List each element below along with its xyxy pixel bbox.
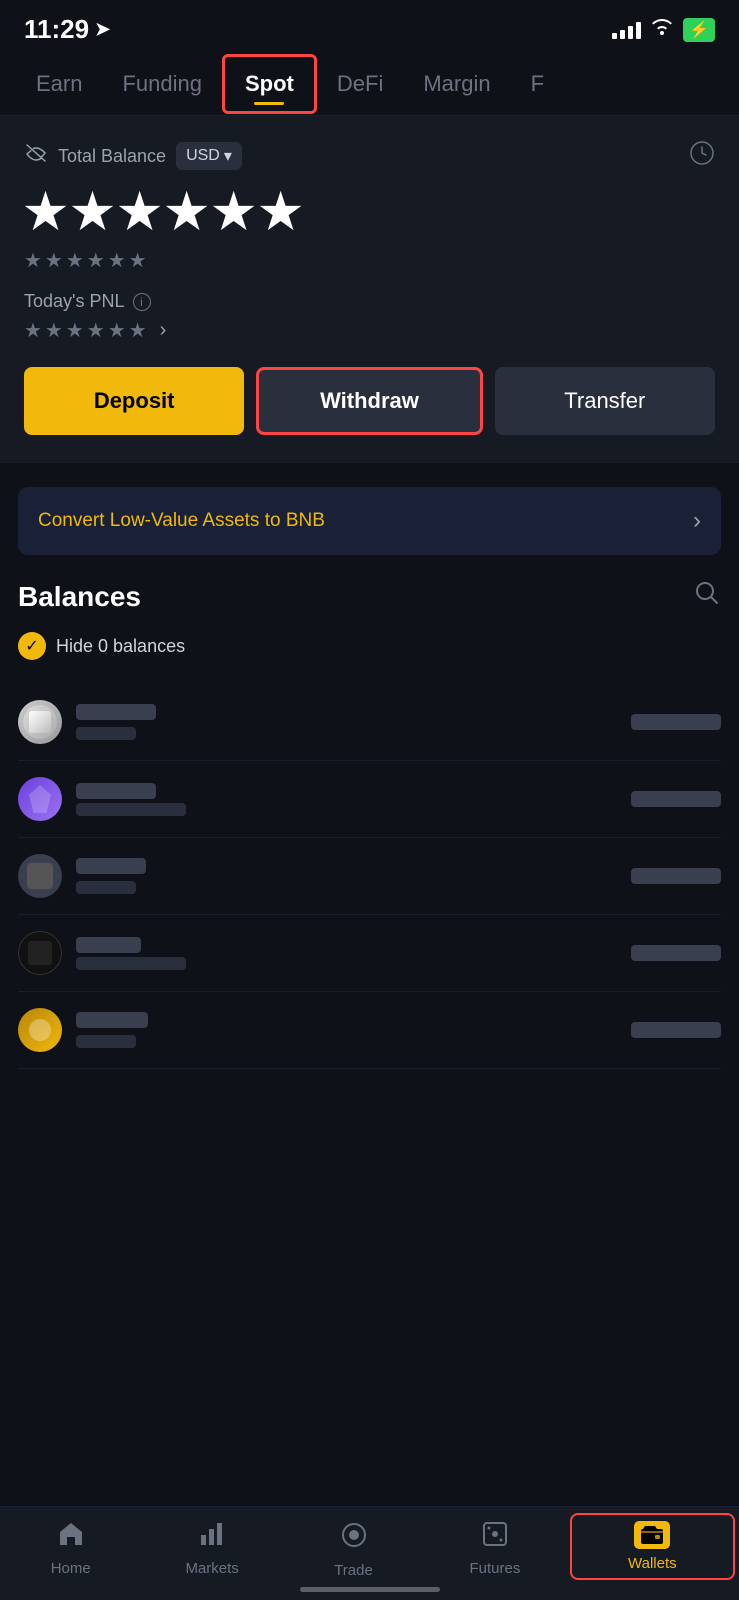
action-buttons: Deposit Withdraw Transfer (24, 367, 715, 435)
balance-list (18, 684, 721, 1069)
coin-name-blurred (76, 704, 156, 720)
balance-label: Total Balance USD ▾ (24, 142, 242, 170)
hide-zero-checkbox[interactable]: ✓ (18, 632, 46, 660)
coin-sub-blurred (76, 957, 186, 970)
tab-margin[interactable]: Margin (403, 53, 510, 115)
coin-balance-blurred (631, 791, 721, 807)
futures-icon (482, 1521, 508, 1554)
tab-defi[interactable]: DeFi (317, 53, 403, 115)
pnl-info-icon[interactable]: i (133, 293, 151, 311)
coin-name-blurred (76, 1012, 148, 1028)
nav-wallets[interactable]: Wallets (570, 1513, 735, 1580)
coin-icon (18, 1008, 62, 1052)
location-icon: ➤ (95, 19, 110, 40)
status-time: 11:29 ➤ (24, 14, 110, 45)
coin-balance-blurred (631, 868, 721, 884)
pnl-label-row: Today's PNL i (24, 291, 715, 312)
balance-section: Total Balance USD ▾ ★★★★★★ ★★★★★★ Today'… (0, 116, 739, 463)
currency-selector[interactable]: USD ▾ (176, 142, 242, 170)
coin-balance-blurred (631, 1022, 721, 1038)
list-item[interactable] (18, 761, 721, 838)
battery-icon: ⚡ (683, 18, 715, 42)
status-icons: ⚡ (612, 18, 715, 42)
bottom-navigation: Home Markets Trade (0, 1506, 739, 1600)
withdraw-button[interactable]: Withdraw (256, 367, 482, 435)
convert-banner[interactable]: Convert Low-Value Assets to BNB › (18, 487, 721, 555)
tab-earn[interactable]: Earn (16, 53, 102, 115)
home-icon (57, 1521, 85, 1554)
balance-header: Total Balance USD ▾ (24, 140, 715, 172)
nav-wallets-label: Wallets (628, 1555, 677, 1572)
hide-zero-row[interactable]: ✓ Hide 0 balances (18, 632, 721, 660)
nav-home[interactable]: Home (0, 1521, 141, 1580)
tab-funding[interactable]: Funding (102, 53, 222, 115)
coin-name-blurred (76, 858, 146, 874)
hide-zero-label: Hide 0 balances (56, 636, 185, 657)
tab-f[interactable]: F (511, 53, 564, 115)
coin-icon (18, 854, 62, 898)
coin-balance-blurred (631, 945, 721, 961)
deposit-button[interactable]: Deposit (24, 367, 244, 435)
list-item[interactable] (18, 684, 721, 761)
balances-section: Balances ✓ Hide 0 balances (0, 579, 739, 1069)
nav-trade-label: Trade (334, 1562, 373, 1579)
history-icon[interactable] (689, 140, 715, 172)
coin-icon (18, 777, 62, 821)
coin-sub-blurred (76, 881, 136, 894)
list-item[interactable] (18, 838, 721, 915)
coin-name-blurred (76, 937, 141, 953)
wifi-icon (651, 19, 673, 40)
hide-balance-icon[interactable] (24, 144, 48, 168)
coin-icon (18, 700, 62, 744)
coin-balance-blurred (631, 714, 721, 730)
nav-markets[interactable]: Markets (141, 1521, 282, 1580)
tab-spot[interactable]: Spot (222, 54, 317, 114)
status-bar: 11:29 ➤ ⚡ (0, 0, 739, 53)
convert-banner-text: Convert Low-Value Assets to BNB (38, 510, 325, 532)
home-indicator (300, 1587, 440, 1592)
transfer-button[interactable]: Transfer (495, 367, 715, 435)
nav-home-label: Home (51, 1560, 91, 1577)
balances-title: Balances (18, 581, 141, 613)
balances-header: Balances (18, 579, 721, 614)
convert-arrow-icon: › (693, 507, 701, 535)
nav-trade[interactable]: Trade (283, 1521, 424, 1580)
list-item[interactable] (18, 915, 721, 992)
total-balance-text: Total Balance (58, 146, 166, 167)
tab-navigation: Earn Funding Spot DeFi Margin F (0, 53, 739, 116)
coin-sub-blurred (76, 803, 186, 816)
trade-icon (340, 1521, 368, 1556)
nav-futures-label: Futures (469, 1560, 520, 1577)
pnl-value-row[interactable]: ★★★★★★ › (24, 318, 715, 343)
signal-strength-icon (612, 21, 641, 39)
balance-value: ★★★★★★ (24, 184, 715, 240)
wallet-icon (634, 1521, 670, 1549)
nav-markets-label: Markets (185, 1560, 238, 1577)
markets-icon (199, 1521, 225, 1554)
pnl-label: Today's PNL (24, 291, 125, 312)
coin-sub-blurred (76, 727, 136, 740)
balance-sub-value: ★★★★★★ (24, 248, 715, 273)
coin-name-blurred (76, 783, 156, 799)
time-display: 11:29 (24, 14, 89, 45)
search-icon[interactable] (693, 579, 721, 614)
coin-sub-blurred (76, 1035, 136, 1048)
coin-icon (18, 931, 62, 975)
list-item[interactable] (18, 992, 721, 1069)
pnl-chevron-icon: › (160, 319, 167, 342)
pnl-value: ★★★★★★ (24, 318, 150, 343)
nav-futures[interactable]: Futures (424, 1521, 565, 1580)
